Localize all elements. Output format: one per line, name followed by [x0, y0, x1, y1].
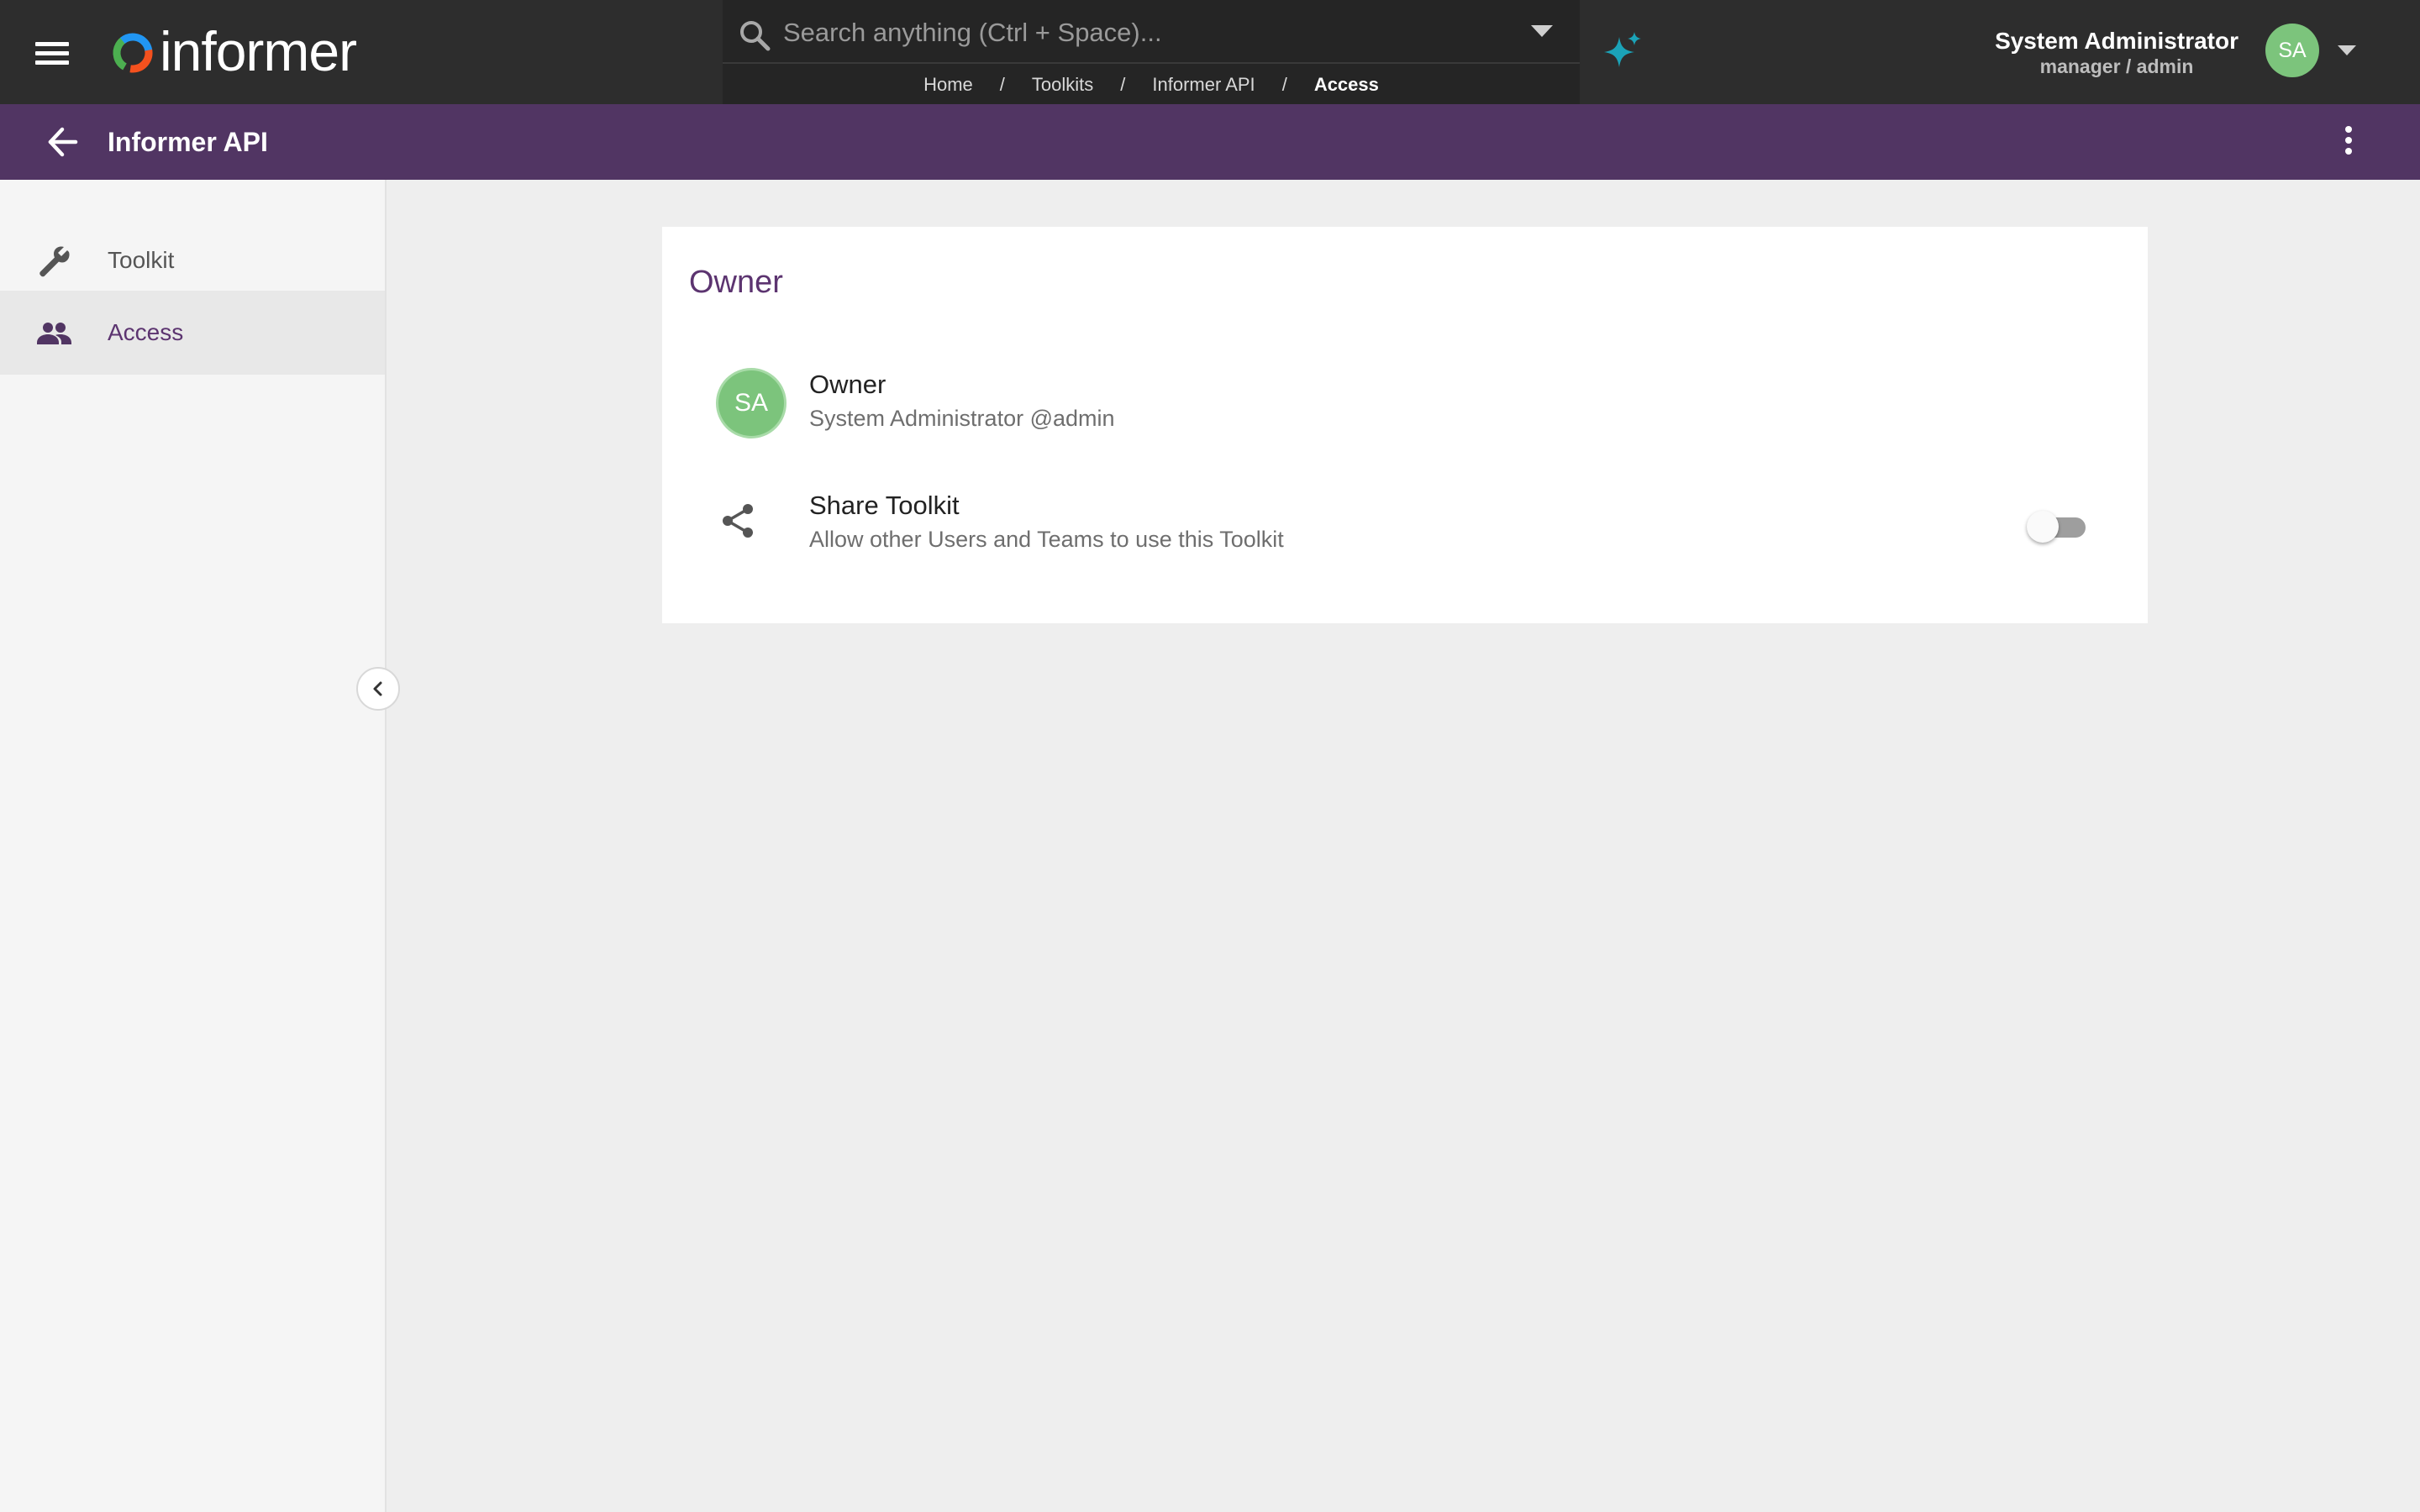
breadcrumb-separator: / [1281, 74, 1287, 95]
breadcrumb: Home / Toolkits / Informer API / Access [723, 71, 1580, 99]
toggle-thumb [2027, 511, 2059, 543]
more-options-icon[interactable] [2336, 123, 2361, 161]
sidebar-item-label: Toolkit [108, 247, 175, 273]
share-toolkit-description: Allow other Users and Teams to use this … [809, 527, 1284, 552]
share-toolkit-toggle[interactable] [2027, 509, 2089, 543]
back-arrow-icon[interactable] [44, 123, 82, 161]
breadcrumb-separator: / [999, 74, 1005, 95]
breadcrumb-toolkits[interactable]: Toolkits [1032, 74, 1093, 96]
search-icon [740, 21, 771, 51]
sidebar-item-label: Access [108, 319, 184, 345]
user-role: manager / admin [2039, 55, 2194, 77]
page-title: Informer API [108, 127, 268, 157]
card-title: Owner [689, 265, 783, 300]
sidebar-item-toolkit[interactable]: Toolkit [0, 218, 385, 302]
access-card: Owner SA Owner System Administrator @adm… [662, 227, 2148, 623]
owner-detail: System Administrator @admin [809, 406, 1115, 431]
wrench-icon [39, 246, 70, 277]
breadcrumb-separator: / [1120, 74, 1126, 95]
user-info[interactable]: System Administrator manager / admin [1995, 27, 2238, 77]
user-name: System Administrator [1995, 28, 2238, 54]
sidebar-item-access[interactable]: Access [0, 291, 385, 375]
breadcrumb-current: Access [1313, 74, 1379, 95]
search-bar [723, 0, 1580, 64]
logo-text: informer [160, 20, 357, 82]
chevron-left-icon [373, 681, 382, 696]
logo-mark-icon [113, 33, 153, 73]
search-input[interactable] [781, 12, 1504, 54]
search-area: Home / Toolkits / Informer API / Access [723, 0, 1580, 104]
user-avatar[interactable]: SA [2265, 24, 2319, 77]
breadcrumb-informer-api[interactable]: Informer API [1152, 74, 1255, 96]
sidebar: Toolkit Access [0, 180, 387, 1512]
owner-avatar: SA [716, 368, 786, 438]
share-toolkit-label: Share Toolkit [809, 491, 960, 520]
breadcrumb-home[interactable]: Home [923, 74, 973, 96]
ai-sparkle-icon[interactable] [1601, 30, 1644, 74]
collapse-sidebar-button[interactable] [356, 667, 400, 711]
share-icon [723, 504, 753, 538]
menu-icon[interactable] [32, 37, 72, 67]
user-menu-chevron-down-icon[interactable] [2338, 45, 2356, 55]
app-logo[interactable]: informer [109, 20, 357, 82]
people-icon [37, 323, 71, 344]
toolkit-header: Informer API [0, 104, 2420, 180]
owner-label: Owner [809, 370, 886, 399]
top-bar: informer Home / Toolkits / Informer API … [0, 0, 2420, 104]
search-dropdown-icon[interactable] [1531, 25, 1553, 37]
